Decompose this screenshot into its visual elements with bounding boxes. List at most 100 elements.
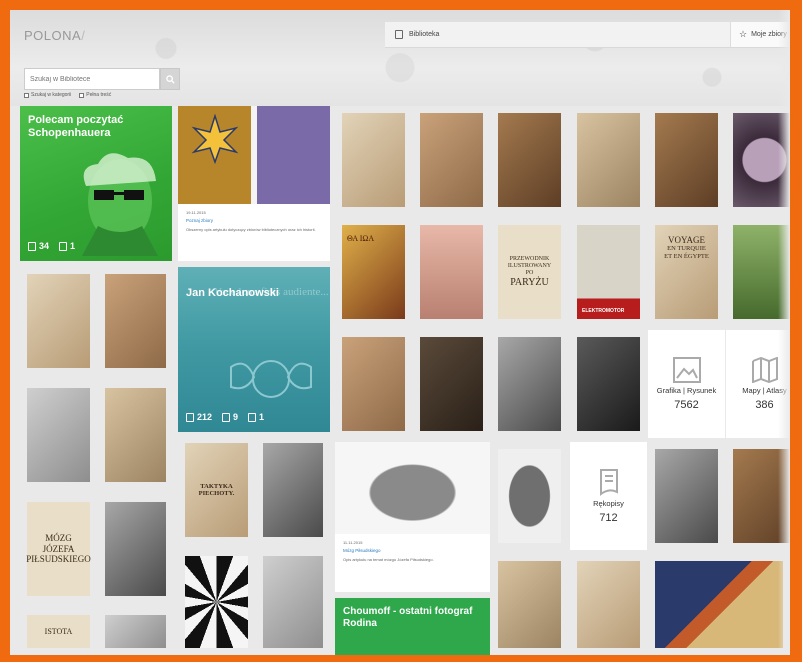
tab-bar: Biblioteka ☆ Moje zbiory: [385, 22, 790, 48]
search-box: [24, 68, 180, 90]
thumbnail-marching-crowd[interactable]: [648, 442, 725, 550]
card-stats: 34 1: [28, 241, 75, 251]
thumbnail-group-painting[interactable]: [335, 330, 412, 438]
images-count: 9: [222, 412, 238, 422]
book-icon: [28, 241, 36, 251]
library-icon: [395, 30, 403, 39]
tab-library[interactable]: Biblioteka: [385, 30, 730, 39]
category-tile: Grafika | Rysunek 7562: [655, 337, 718, 431]
filter-fulltext[interactable]: Pełna treść: [79, 92, 111, 98]
book-cover-taktyka: TAKTYKA PIECHOTY.: [198, 482, 235, 497]
book-cover-paryz: PRZEWODNIK ILUSTROWANY PO PARYŻU: [507, 255, 552, 288]
thumbnail-car-advert[interactable]: [570, 554, 647, 655]
page-frame: POLONA/ Biblioteka ☆ Moje zbiory Szukaj …: [10, 10, 790, 655]
thumbnail-indian-painting[interactable]: [648, 554, 790, 655]
article-title[interactable]: Poznaj zbiory: [186, 218, 213, 223]
thumbnail-cartoon[interactable]: [570, 330, 647, 438]
thumbnail-book-mozg[interactable]: MÓZG JÓZEFA PIŁSUDSKIEGO: [20, 495, 97, 603]
manuscript-icon: [599, 468, 618, 496]
thumbnail-building[interactable]: [98, 608, 173, 655]
image-icon: [59, 241, 68, 251]
category-count: 712: [599, 512, 618, 525]
tab-library-label: Biblioteka: [409, 31, 440, 38]
category-graphics[interactable]: Grafika | Rysunek 7562: [648, 330, 725, 438]
images-count: 1: [59, 241, 75, 251]
card-stats: 212 9 1: [186, 412, 264, 422]
filter-fulltext-label: Pełna treść: [86, 92, 112, 98]
thumbnail-book-taktyka[interactable]: TAKTYKA PIECHOTY.: [178, 436, 255, 544]
article-body: Opis artykułu na temat mózgu Józefa Piłs…: [343, 557, 434, 562]
thumbnail-book-istota[interactable]: ISTOTA: [20, 608, 97, 655]
logo-text: POLONA: [24, 28, 82, 43]
thumbnail-soldiers[interactable]: [256, 436, 330, 544]
books-count: 212: [186, 412, 212, 422]
card-title: Jan Kochanowski: [186, 287, 279, 299]
magazine-icon: [248, 412, 257, 422]
filter-category-label: Szukaj w kategorii: [31, 92, 72, 98]
category-manuscripts[interactable]: Rękopisy 712: [570, 442, 647, 550]
collection-card-choumoff[interactable]: Choumoff - ostatni fotograf Rodina: [335, 598, 490, 655]
article-body: Obszerny opis artykułu dotyczący zbiorów…: [186, 227, 316, 232]
polona-logo[interactable]: POLONA/: [24, 28, 85, 43]
thumbnail-painting[interactable]: [413, 106, 490, 214]
category-name: Rękopisy: [593, 498, 624, 508]
thumbnail-sketch[interactable]: [20, 267, 97, 375]
angel-illustration: [230, 360, 312, 398]
category-tile: Rękopisy 712: [577, 449, 640, 543]
thumbnail-old-men[interactable]: [491, 330, 568, 438]
collection-card-kochanowski[interactable]: Voce lono fidis audiente... Jan Kochanow…: [178, 267, 330, 432]
article-date: 19.11.2015: [186, 210, 206, 215]
search-input[interactable]: [24, 68, 160, 90]
card-title: Choumoff - ostatni fotograf Rodina: [343, 606, 473, 629]
schopenhauer-portrait: [82, 153, 158, 256]
thumbnail-woman-portrait[interactable]: [648, 106, 725, 214]
search-button[interactable]: [160, 68, 180, 90]
thumbnail-sculpture[interactable]: [570, 106, 647, 214]
thumbnail-book-elektromotor[interactable]: ELEKTROMOTOR: [570, 218, 647, 326]
book-cover-voyage: VOYAGE EN TURQUIE ET EN ÉGYPTE: [664, 235, 709, 260]
logo-slash: /: [81, 28, 86, 43]
article-card-1[interactable]: 19.11.2015 Poznaj zbiory Obszerny opis a…: [178, 106, 330, 261]
magazines-count: 1: [248, 412, 264, 422]
book-cover-istota: ISTOTA: [44, 626, 73, 636]
thumbnail-flower[interactable]: [413, 330, 490, 438]
brain-illustration: [335, 442, 490, 534]
thumbnail-brain[interactable]: [491, 442, 568, 550]
thumbnail-book-paryz[interactable]: PRZEWODNIK ILUSTROWANY PO PARYŻU: [491, 218, 568, 326]
checkbox-icon: [79, 92, 85, 98]
thumbnail-book-voyage[interactable]: VOYAGE EN TURQUIE ET EN ÉGYPTE: [648, 218, 725, 326]
search-icon: [165, 74, 175, 84]
thumbnail-woman-dress[interactable]: [491, 106, 568, 214]
book-icon: [186, 412, 194, 422]
image-icon: [222, 412, 231, 422]
article-title[interactable]: Mózg Piłsudskiego: [343, 548, 381, 553]
article-date: 11.11.2015: [343, 540, 363, 545]
filter-category[interactable]: Szukaj w kategorii: [24, 92, 71, 98]
thumbnail-dragon-engraving[interactable]: [20, 381, 97, 489]
thumbnail-dogs[interactable]: [256, 549, 330, 655]
icon-inscription: ΘΑ ΙΩΑ: [347, 234, 375, 243]
star-icon: ☆: [739, 29, 748, 39]
thumbnail-icon-saint[interactable]: ΘΑ ΙΩΑ: [335, 218, 412, 326]
book-cover-mozg: MÓZG JÓZEFA PIŁSUDSKIEGO: [26, 533, 91, 565]
edge-fade: [778, 10, 790, 655]
books-count: 34: [28, 241, 49, 251]
collection-card-schopenhauer[interactable]: Polecam poczytać Schopenhauera 34 1: [20, 106, 172, 261]
header-banner: POLONA/ Biblioteka ☆ Moje zbiory Szukaj …: [10, 10, 790, 106]
category-count: 386: [755, 399, 774, 412]
thumbnail-pink-jar[interactable]: [413, 218, 490, 326]
book-cover-elektromotor: ELEKTROMOTOR: [582, 308, 625, 314]
thumbnail-crowd-photo[interactable]: [98, 267, 173, 375]
checkbox-icon: [24, 92, 29, 98]
thumbnail-girl-portrait[interactable]: [335, 106, 412, 214]
thumbnail-woman-drawing[interactable]: [491, 554, 568, 655]
thumbnail-portrait[interactable]: [98, 495, 173, 603]
search-filters: Szukaj w kategorii Pełna treść: [24, 92, 111, 98]
category-name: Grafika | Rysunek: [656, 385, 717, 395]
image-icon: [672, 356, 701, 383]
article-card-2[interactable]: 11.11.2015 Mózg Piłsudskiego Opis artyku…: [335, 442, 490, 592]
spiral-pattern: [185, 556, 248, 648]
thumbnail-illustration[interactable]: [98, 381, 173, 489]
star-ornament: [191, 114, 239, 164]
thumbnail-spiral[interactable]: [178, 549, 255, 655]
